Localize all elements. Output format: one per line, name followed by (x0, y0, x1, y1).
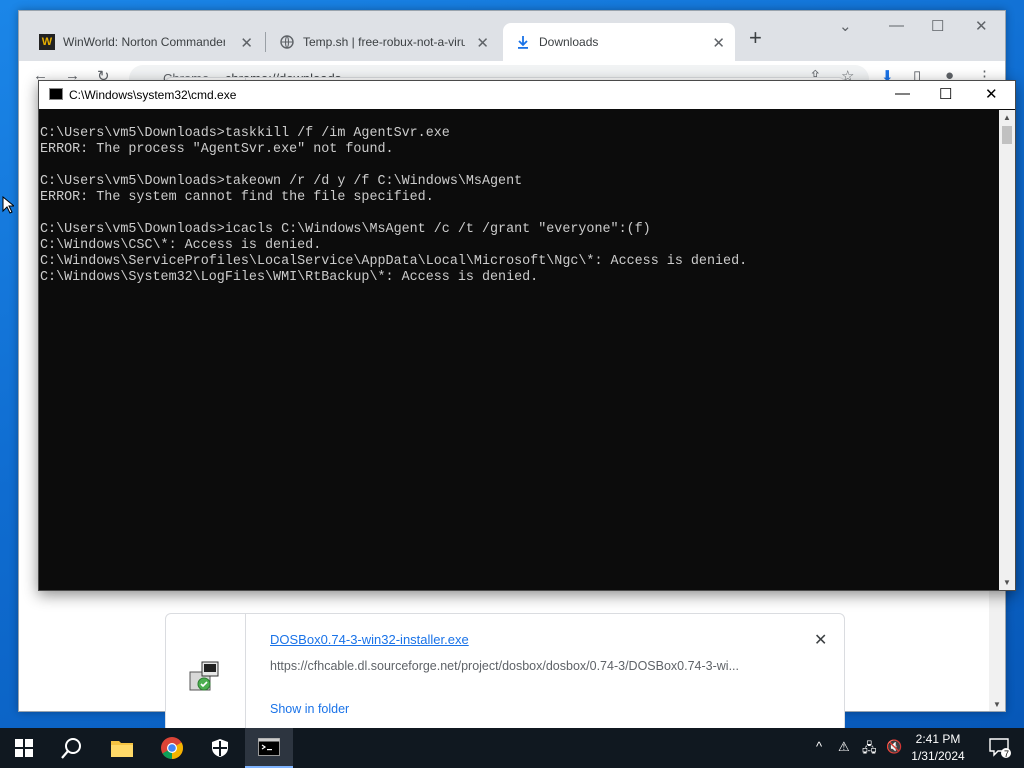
clock[interactable]: 2:41 PM 1/31/2024 (906, 731, 970, 765)
scroll-down-arrow-icon[interactable]: ▼ (993, 700, 1001, 709)
tab-separator (265, 32, 266, 52)
download-filename-link[interactable]: DOSBox0.74-3-win32-installer.exe (270, 632, 469, 647)
notification-center-button[interactable]: 7 (976, 728, 1024, 768)
chrome-icon (161, 737, 183, 759)
tab-winworld[interactable]: W WinWorld: Norton Commander 1 ✕ (27, 23, 263, 61)
scroll-up-arrow-icon[interactable]: ▲ (1003, 113, 1011, 122)
console-scrollbar[interactable]: ▲ ▼ (999, 110, 1015, 590)
scroll-thumb[interactable] (1002, 126, 1012, 144)
start-button[interactable] (0, 728, 48, 768)
start-icon (15, 739, 33, 757)
close-icon[interactable]: ✕ (476, 34, 489, 52)
console-output[interactable]: C:\Users\vm5\Downloads>taskkill /f /im A… (39, 110, 999, 590)
cmd-title: C:\Windows\system32\cmd.exe (69, 88, 237, 102)
mouse-cursor-icon (2, 196, 14, 214)
tab-title: Downloads (539, 35, 599, 49)
cmd-taskbar-button[interactable] (245, 728, 293, 768)
cmd-title-bar[interactable]: C:\Windows\system32\cmd.exe — ☐ ✕ (39, 81, 1015, 109)
scroll-down-arrow-icon[interactable]: ▼ (1003, 578, 1011, 587)
search-icon (61, 738, 81, 759)
download-source-url[interactable]: https://cfhcable.dl.sourceforge.net/proj… (270, 659, 739, 673)
remove-download-icon[interactable]: ✕ (814, 630, 827, 650)
network-alert-icon[interactable]: ⚠ (838, 739, 850, 755)
download-icon (515, 34, 531, 50)
winworld-icon: W (39, 34, 55, 50)
cmd-window: C:\Windows\system32\cmd.exe — ☐ ✕ C:\Use… (38, 80, 1016, 591)
console-line: C:\Users\vm5\Downloads>takeown /r /d y /… (40, 174, 523, 189)
close-window-icon[interactable]: ✕ (985, 85, 998, 103)
chrome-taskbar-button[interactable] (148, 728, 196, 768)
maximize-icon[interactable]: ☐ (931, 17, 944, 35)
close-icon[interactable]: ✕ (240, 34, 253, 52)
console-line: C:\Windows\ServiceProfiles\LocalService\… (40, 254, 748, 269)
file-explorer-button[interactable] (98, 728, 146, 768)
maximize-icon[interactable]: ☐ (939, 85, 952, 103)
minimize-icon[interactable]: — (889, 17, 904, 34)
tab-downloads[interactable]: Downloads ✕ (503, 23, 735, 61)
download-icon-column (166, 614, 246, 732)
minimize-icon[interactable]: — (895, 85, 910, 102)
new-tab-icon[interactable]: + (749, 25, 762, 51)
file-explorer-icon (111, 741, 133, 757)
clock-date: 1/31/2024 (911, 749, 965, 763)
tab-strip: W WinWorld: Norton Commander 1 ✕ Temp.sh… (19, 11, 1005, 61)
console-line: ERROR: The process "AgentSvr.exe" not fo… (40, 142, 394, 157)
show-in-folder-link[interactable]: Show in folder (270, 702, 349, 716)
tab-title: WinWorld: Norton Commander 1 (63, 35, 225, 49)
close-icon[interactable]: ✕ (712, 34, 725, 52)
show-hidden-icons-icon[interactable]: ^ (816, 739, 822, 754)
tab-search-icon[interactable]: ⌄ (839, 17, 852, 35)
security-taskbar-button[interactable] (196, 728, 244, 768)
tab-tempsh[interactable]: Temp.sh | free-robux-not-a-virus ✕ (267, 23, 499, 61)
security-icon (212, 739, 228, 757)
console-line: C:\Windows\System32\LogFiles\WMI\RtBacku… (40, 270, 539, 285)
download-card: DOSBox0.74-3-win32-installer.exe https:/… (165, 613, 845, 733)
console-line: C:\Windows\CSC\*: Access is denied. (40, 238, 322, 253)
search-button[interactable] (48, 728, 96, 768)
cmd-icon (49, 88, 63, 100)
installer-icon (189, 661, 219, 691)
console-line: C:\Users\vm5\Downloads>icacls C:\Windows… (40, 222, 651, 237)
taskbar: ^ ⚠ 🖧 🔇 2:41 PM 1/31/2024 7 (0, 728, 1024, 768)
cmd-icon (258, 738, 280, 756)
tab-title: Temp.sh | free-robux-not-a-virus (303, 35, 465, 49)
console-line: C:\Users\vm5\Downloads>taskkill /f /im A… (40, 126, 450, 141)
network-icon[interactable]: 🖧 (862, 739, 877, 761)
close-window-icon[interactable]: ✕ (975, 17, 988, 35)
console-line: ERROR: The system cannot find the file s… (40, 190, 434, 205)
clock-time: 2:41 PM (915, 732, 961, 746)
notification-count: 7 (1004, 749, 1010, 759)
volume-muted-icon[interactable]: 🔇 (886, 739, 902, 755)
globe-icon (279, 34, 295, 50)
